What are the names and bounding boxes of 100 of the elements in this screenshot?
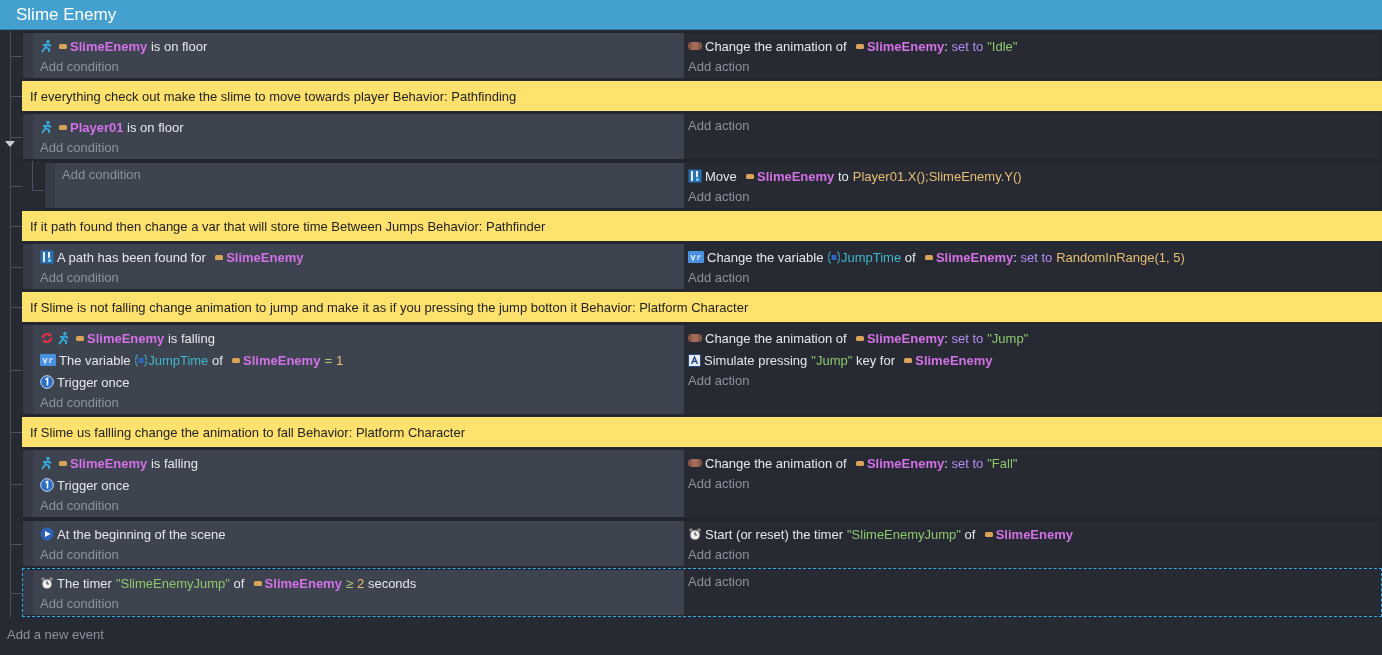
sprite-thumbnail-icon <box>232 357 241 363</box>
variable-name: JumpTime <box>148 352 209 368</box>
sprite-thumbnail-icon <box>59 460 67 466</box>
condition-text: of <box>210 352 224 368</box>
action-text: Move <box>705 168 738 184</box>
drag-handle[interactable] <box>23 244 33 289</box>
action-text: to Player01.X();SlimeEnemy.Y() <box>836 168 1022 184</box>
add-action-link[interactable]: Add action <box>688 474 1381 494</box>
add-condition-link[interactable]: Add condition <box>40 393 682 413</box>
film-reel-icon <box>688 458 702 468</box>
object-name: SlimeEnemy <box>70 38 148 54</box>
sprite-thumbnail-icon <box>904 357 913 363</box>
alarm-clock-icon <box>688 527 702 541</box>
condition-text: is on floor <box>126 119 184 135</box>
add-action-link[interactable]: Add action <box>688 545 1381 565</box>
add-condition-link[interactable]: Add condition <box>40 268 682 288</box>
add-condition-link[interactable]: Add condition <box>62 165 682 185</box>
variable-braces-icon <box>828 250 840 264</box>
action-text: : set to "Jump" <box>944 330 1029 346</box>
event-row[interactable]: Player01 is on floor Add condition Add action <box>22 112 1382 161</box>
running-figure-icon <box>40 39 54 53</box>
action-text: Simulate pressing "Jump" key for <box>704 352 896 368</box>
object-name: SlimeEnemy <box>915 352 993 368</box>
action-text: Change the animation of <box>705 38 848 54</box>
condition-text: At the beginning of the scene <box>57 526 226 542</box>
comment-event[interactable]: If Slime us fallling change the animation to fall Behavior: Platform Character <box>22 417 1382 447</box>
add-action-link[interactable]: Add action <box>688 187 1381 207</box>
film-reel-icon <box>688 333 702 343</box>
add-action-link[interactable]: Add action <box>688 116 1381 136</box>
drag-handle[interactable] <box>23 521 33 566</box>
drag-handle[interactable] <box>23 114 33 159</box>
drag-handle[interactable] <box>23 33 33 78</box>
sprite-thumbnail-icon <box>984 531 993 537</box>
drag-handle[interactable] <box>23 570 33 615</box>
running-figure-icon <box>57 331 71 345</box>
add-action-link[interactable]: Add action <box>688 572 1381 592</box>
object-name: SlimeEnemy <box>87 330 165 346</box>
drag-handle[interactable] <box>23 325 33 414</box>
condition-text: = 1 <box>323 352 344 368</box>
object-name: SlimeEnemy <box>243 352 321 368</box>
sprite-thumbnail-icon <box>855 335 864 341</box>
action-text: Change the animation of <box>705 455 848 471</box>
add-action-link[interactable]: Add action <box>688 371 1381 391</box>
comment-event[interactable]: If everything check out make the slime to move towards player Behavior: Pathfinding <box>22 81 1382 111</box>
grid-path-icon <box>40 250 54 264</box>
running-figure-icon <box>40 120 54 134</box>
object-name: SlimeEnemy <box>70 455 148 471</box>
grid-path-icon <box>688 169 702 183</box>
action-text: Change the animation of <box>705 330 848 346</box>
object-name: SlimeEnemy <box>264 575 342 591</box>
action-text: of <box>903 249 917 265</box>
sprite-thumbnail-icon <box>59 43 67 49</box>
condition-text: ≥ 2 seconds <box>344 575 417 591</box>
add-condition-link[interactable]: Add condition <box>40 594 682 614</box>
action-text: : set to "Fall" <box>944 455 1018 471</box>
action-text: : set to RandomInRange(1, 5) <box>1013 249 1185 265</box>
variable-name: JumpTime <box>841 249 902 265</box>
condition-text: A path has been found for <box>57 249 207 265</box>
condition-text: The timer "SlimeEnemyJump" of <box>57 575 246 591</box>
running-figure-icon <box>40 456 54 470</box>
add-condition-link[interactable]: Add condition <box>40 138 682 158</box>
event-row[interactable]: SlimeEnemy is falling Trigger once Add condition Change the animation of SlimeEnemy: set to "Fall" Add action <box>22 448 1382 519</box>
alarm-clock-icon <box>40 576 54 590</box>
sprite-thumbnail-icon <box>253 580 262 586</box>
action-text: : set to "Idle" <box>944 38 1018 54</box>
event-row[interactable]: At the beginning of the scene Add condition Start (or reset) the timer "SlimeEnemyJump" of SlimeEnemy Add action <box>22 519 1382 568</box>
add-condition-link[interactable]: Add condition <box>40 57 682 77</box>
add-event-link[interactable]: Add a new event <box>7 627 104 642</box>
object-name: Player01 <box>70 119 124 135</box>
drag-handle[interactable] <box>45 163 55 208</box>
collapse-arrow-icon[interactable] <box>5 141 15 147</box>
sprite-thumbnail-icon <box>855 460 864 466</box>
add-condition-link[interactable]: Add condition <box>40 496 682 516</box>
add-condition-link[interactable]: Add condition <box>40 545 682 565</box>
action-text: Start (or reset) the timer "SlimeEnemyJump" of <box>705 526 977 542</box>
condition-text: The variable <box>59 352 132 368</box>
action-text: Change the variable <box>707 249 825 265</box>
condition-text: is on floor <box>149 38 208 54</box>
condition-text: Trigger once <box>57 477 130 493</box>
drag-handle[interactable] <box>23 450 33 517</box>
add-action-link[interactable]: Add action <box>688 57 1381 77</box>
object-name: SlimeEnemy <box>226 249 304 265</box>
comment-event[interactable]: If it path found then change a var that will store time Between Jumps Behavior: Pathfinder <box>22 211 1382 241</box>
comment-event[interactable]: If Slime is not falling change animation to jump and make it as if you pressing the jump botton it Behavior: Platform Character <box>22 292 1382 322</box>
sprite-thumbnail-icon <box>746 173 754 179</box>
keyboard-key-icon <box>688 353 701 367</box>
event-row[interactable]: A path has been found for SlimeEnemy Add condition Change the variable JumpTime of SlimeEnemy: set to RandomInRange(1, 5) Add action <box>22 242 1382 291</box>
event-row[interactable]: SlimeEnemy is on floor Add condition Change the animation of SlimeEnemy: set to "Idle" Add action <box>22 31 1382 80</box>
group-title: Slime Enemy <box>16 4 117 25</box>
event-row[interactable]: The timer "SlimeEnemyJump" of SlimeEnemy ≥ 2 seconds Add condition Add action <box>22 568 1382 617</box>
sprite-thumbnail-icon <box>924 254 933 260</box>
condition-text: is falling <box>149 455 198 471</box>
variable-braces-icon <box>135 353 148 367</box>
sprite-thumbnail-icon <box>76 335 84 341</box>
sprite-thumbnail-icon <box>59 124 67 130</box>
sprite-thumbnail-icon <box>855 43 864 49</box>
event-row[interactable]: SlimeEnemy is falling The variable JumpTime of SlimeEnemy = 1 Trigger once Add condition Change the animation of SlimeEnemy: set to "Jump" Simulate pressing "Jump" key for SlimeEnemy Add action <box>22 323 1382 416</box>
variable-icon <box>40 354 56 366</box>
event-row[interactable]: Add condition Move SlimeEnemy to Player01.X();SlimeEnemy.Y() Add action <box>44 161 1382 210</box>
add-action-link[interactable]: Add action <box>688 268 1381 288</box>
